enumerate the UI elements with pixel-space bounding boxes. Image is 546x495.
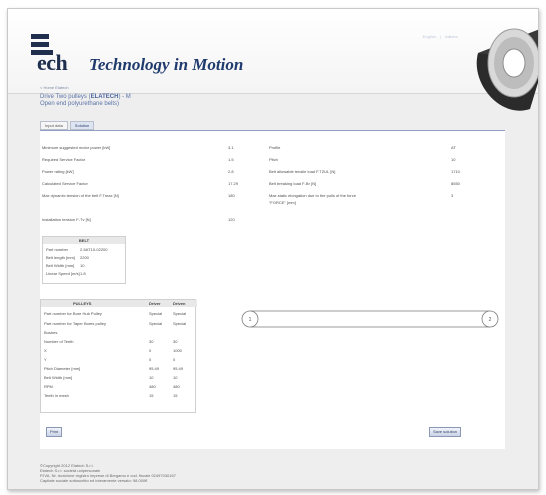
- pulley-row: X: [44, 348, 47, 353]
- pulley-row: Belt Width [mm]: [44, 375, 73, 380]
- site-footer: ©Copyright 2012 Elatech S.r.l. Elatech S…: [40, 463, 176, 483]
- belt-table: BELT Part number 2-5AT10-02200 Belt lengt…: [42, 236, 126, 284]
- app-window: ech Technology in Motion English | Itali…: [7, 8, 539, 490]
- pulley-row: Part number for Taper Bores pulley: [44, 321, 106, 326]
- pulleys-table-header: PULLEYS Driver Driven: [41, 300, 197, 307]
- footer-line: Capitale sociale sottoscritto ed interam…: [40, 478, 148, 483]
- belt-row: Belt Width [mm] 10: [46, 263, 85, 268]
- tab-solution[interactable]: Solution: [69, 121, 95, 130]
- installation-value: 120: [228, 217, 235, 222]
- pulley-row: RPM: [44, 384, 53, 389]
- pulley-row: Teeth in mesh: [44, 393, 69, 398]
- tab-strip: Input data Solution: [40, 121, 95, 130]
- print-button[interactable]: Print: [46, 427, 63, 437]
- tab-input-data[interactable]: Input data: [40, 121, 68, 130]
- belt-row: Linear Speed [m/s] 1.8: [46, 271, 86, 276]
- belt-row: Part number 2-5AT10-02200: [46, 247, 108, 252]
- installation-label: Installation tension F-Tv [N]: [42, 217, 91, 222]
- page-title: Drive Two pulleys (ELATECH) - M Open end…: [40, 94, 131, 107]
- drive-diagram: 1 2: [241, 310, 499, 328]
- language-link-italiano[interactable]: Italiano: [445, 34, 458, 39]
- installation-tension: Installation tension F-Tv [N] 120: [42, 217, 242, 223]
- language-link-english[interactable]: English: [423, 34, 436, 39]
- belt-table-header: BELT: [43, 237, 125, 244]
- pulley-row: Part number for Bore Hub Pulley: [44, 311, 102, 316]
- brand-tagline: Technology in Motion: [89, 55, 244, 74]
- pulley-row: Bushes: [44, 330, 58, 335]
- save-solution-button[interactable]: Save solution: [429, 427, 462, 437]
- site-header: ech Technology in Motion English | Itali…: [8, 9, 538, 111]
- belt-row: Belt length [mm] 2200: [46, 255, 89, 260]
- pulley-1-label: 1: [249, 317, 252, 323]
- pulley-2-label: 2: [489, 317, 492, 323]
- pulley-row: Pitch Diameter [mm]: [44, 366, 81, 371]
- breadcrumb[interactable]: < Home Elatech: [40, 85, 69, 90]
- results-right: Profile AT Pitch 10 Belt allowable tensile…: [269, 145, 460, 205]
- pulleys-table: PULLEYS Driver Driven Part number for Bo…: [40, 299, 197, 413]
- language-links: English | Italiano: [422, 34, 458, 39]
- results-left: Minimum suggested motor power [kW] 3.1 Re…: [42, 145, 239, 198]
- pulley-row: Number of Teeth: [44, 339, 74, 344]
- logo-word: ech: [37, 50, 68, 75]
- pulley-row: Y: [44, 357, 47, 362]
- belt-roll-icon: [476, 28, 538, 111]
